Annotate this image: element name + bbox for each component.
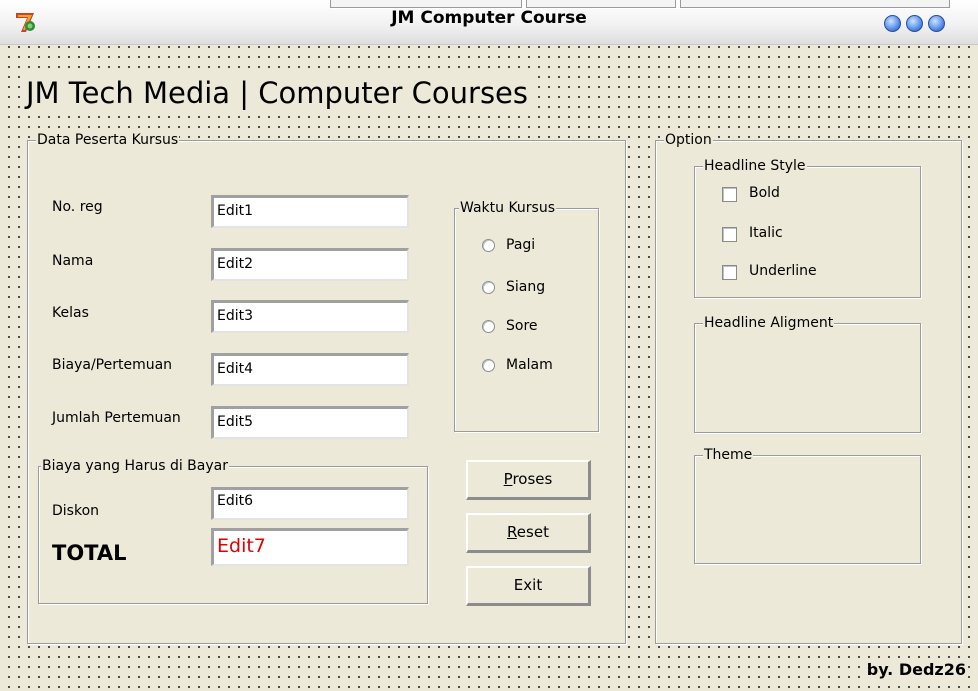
- theme-label: Theme: [703, 447, 754, 463]
- window-title: JM Computer Course: [391, 8, 587, 28]
- checkbox-italic-label: Italic: [749, 225, 783, 241]
- no-reg-label: No. reg: [52, 199, 103, 215]
- radio-circle-icon: [482, 320, 495, 333]
- exit-button[interactable]: Exit: [466, 566, 591, 606]
- reset-accel: R: [507, 523, 517, 541]
- biaya-label: Biaya yang Harus di Bayar: [41, 458, 229, 474]
- waktu-kursus-label: Waktu Kursus: [459, 200, 557, 216]
- jumlah-pertemuan-label: Jumlah Pertemuan: [52, 410, 181, 426]
- minimize-button[interactable]: [884, 15, 901, 32]
- radio-siang-label: Siang: [506, 279, 546, 295]
- headline-alignment-group: Headline Aligment: [694, 315, 921, 433]
- checkbox-icon: [722, 187, 737, 202]
- author-credit: by. Dedz26: [864, 660, 968, 679]
- total-input[interactable]: Edit7: [211, 528, 409, 566]
- radio-circle-icon: [482, 359, 495, 372]
- title-bar[interactable]: JM Computer Course: [0, 0, 978, 45]
- checkbox-icon: [722, 265, 737, 280]
- biaya-pertemuan-input[interactable]: Edit4: [211, 353, 409, 386]
- radio-pagi-label: Pagi: [506, 237, 536, 253]
- jumlah-pertemuan-input[interactable]: Edit5: [211, 406, 409, 439]
- data-peserta-label: Data Peserta Kursus: [36, 132, 180, 148]
- theme-group: Theme: [694, 447, 921, 564]
- proses-button[interactable]: Proses: [466, 460, 591, 500]
- total-label: TOTAL: [52, 541, 127, 565]
- checkbox-bold-label: Bold: [749, 185, 780, 201]
- diskon-label: Diskon: [52, 503, 100, 519]
- radio-circle-icon: [482, 281, 495, 294]
- diskon-input[interactable]: Edit6: [211, 487, 409, 520]
- no-reg-input[interactable]: Edit1: [211, 195, 409, 228]
- headline-style-label: Headline Style: [703, 158, 807, 174]
- close-button[interactable]: [928, 15, 945, 32]
- radio-malam-label: Malam: [506, 357, 553, 373]
- kelas-input[interactable]: Edit3: [211, 300, 409, 333]
- headline-alignment-label: Headline Aligment: [703, 315, 835, 331]
- biaya-pertemuan-label: Biaya/Pertemuan: [52, 357, 173, 373]
- radio-sore-label: Sore: [506, 318, 538, 334]
- option-label: Option: [664, 132, 713, 148]
- page-heading: JM Tech Media | Computer Courses: [24, 76, 531, 110]
- maximize-button[interactable]: [906, 15, 923, 32]
- checkbox-underline-label: Underline: [749, 263, 817, 279]
- checkbox-icon: [722, 227, 737, 242]
- reset-rest: eset: [516, 523, 549, 541]
- kelas-label: Kelas: [52, 305, 89, 321]
- nama-input[interactable]: Edit2: [211, 248, 409, 281]
- radio-circle-icon: [482, 239, 495, 252]
- reset-button[interactable]: Reset: [466, 513, 591, 553]
- form-window: JM Computer Course JM Tech Media | Compu…: [0, 0, 978, 691]
- nama-label: Nama: [52, 253, 94, 269]
- proses-rest: roses: [512, 470, 553, 488]
